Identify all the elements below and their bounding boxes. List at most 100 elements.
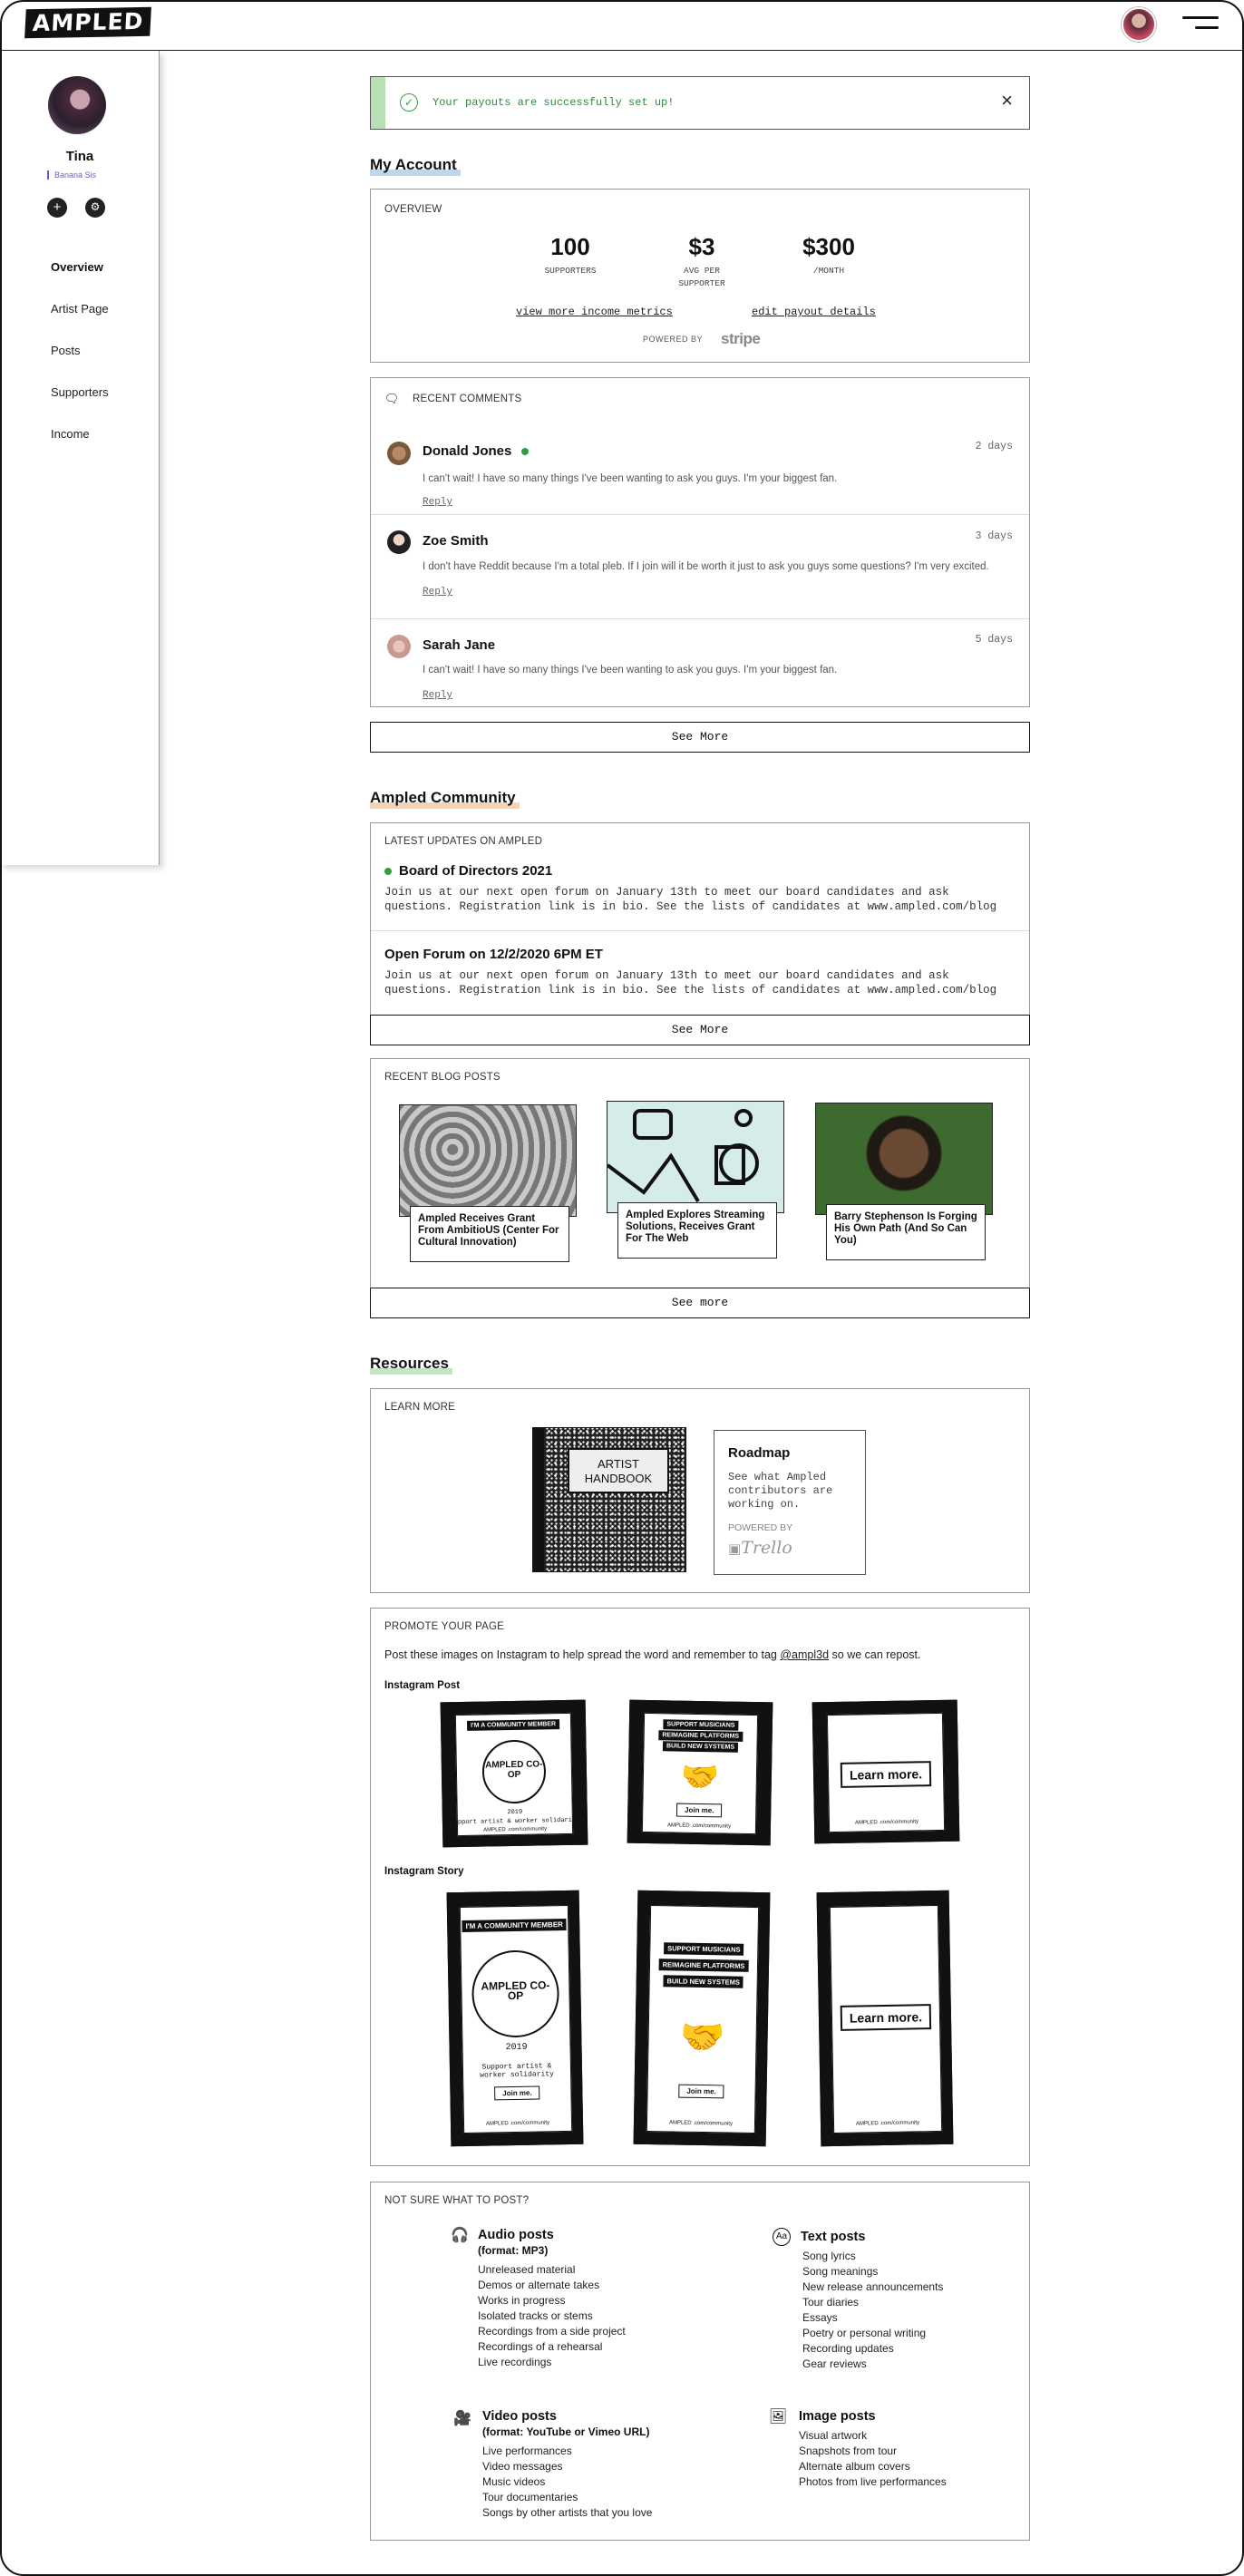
badge-year: 2019	[505, 2042, 528, 2054]
sidebar-item-artist-page[interactable]: Artist Page	[51, 302, 109, 316]
blog-image[interactable]	[607, 1101, 784, 1213]
list-item: Tour diaries	[802, 2296, 860, 2309]
list-item: Poetry or personal writing	[802, 2327, 927, 2339]
updates-label: LATEST UPDATES ON AMPLED	[384, 836, 543, 847]
blog-image[interactable]	[399, 1104, 577, 1217]
support-tag: BUILD NEW SYSTEMS	[663, 1975, 744, 1988]
member-tag: I'M A COMMUNITY MEMBER	[466, 1719, 560, 1731]
video-camera-icon: 🎥	[453, 2411, 471, 2426]
commenter-name: Zoe Smith	[423, 533, 489, 549]
reply-link[interactable]: Reply	[423, 587, 452, 598]
support-tag: REIMAGINE PLATFORMS	[658, 1730, 743, 1742]
instagram-handle-link[interactable]: @ampl3d	[780, 1648, 829, 1661]
divider	[371, 930, 1029, 931]
stat-value: $3	[688, 233, 715, 260]
roadmap-text: See what Ampled contributors are working…	[728, 1471, 833, 1511]
settings-icon[interactable]: ⚙	[85, 198, 105, 218]
join-button-graphic: Join me.	[675, 1803, 723, 1818]
resources-title: Resources	[370, 1355, 452, 1375]
tile-inner: I'M A COMMUNITY MEMBER AMPLED CO-OP 2019…	[450, 1712, 579, 1837]
post-ideas-card: NOT SURE WHAT TO POST? 🎧 Audio posts (fo…	[370, 2182, 1030, 2541]
my-account-title: My Account	[370, 156, 461, 176]
artist-name: Tina	[65, 149, 94, 164]
instagram-post-support[interactable]: SUPPORT MUSICIANS REIMAGINE PLATFORMS BU…	[627, 1699, 773, 1846]
image-posts-title: Image posts	[799, 2409, 876, 2424]
comment-text: I can't wait! I have so many things I've…	[423, 473, 838, 484]
learn-more-label: LEARN MORE	[384, 1402, 456, 1413]
comment-icon: 🗨	[384, 392, 400, 405]
commenter-avatar	[387, 635, 411, 658]
overview-label: OVERVIEW	[384, 204, 442, 215]
artist-handbook[interactable]: ARTIST HANDBOOK	[532, 1427, 686, 1572]
updates-see-more-button[interactable]: See More	[370, 1015, 1030, 1045]
sidebar-item-overview[interactable]: Overview	[51, 260, 103, 274]
user-avatar[interactable]	[1122, 7, 1156, 42]
blog-see-more-button[interactable]: See more	[370, 1288, 1030, 1318]
overview-card: OVERVIEW 100 SUPPORTERS $3 AVG PER SUPPO…	[370, 189, 1030, 363]
handshake-icon: 🤝	[679, 2017, 725, 2058]
badge-year: 2019	[507, 1808, 523, 1817]
roadmap-card[interactable]: Roadmap See what Ampled contributors are…	[714, 1430, 866, 1575]
instagram-post-member[interactable]: I'M A COMMUNITY MEMBER AMPLED CO-OP 2019…	[440, 1699, 588, 1848]
blog-card: RECENT BLOG POSTS Ampled Receives Grant …	[370, 1058, 1030, 1289]
stat-value: $300	[802, 233, 855, 260]
list-item: Photos from live performances	[799, 2475, 947, 2488]
new-indicator	[384, 868, 392, 876]
blog-illustration	[607, 1109, 759, 1203]
blog-post-title[interactable]: Barry Stephenson Is Forging His Own Path…	[826, 1204, 986, 1260]
comments-card: 🗨 RECENT COMMENTS Donald Jones 2 days I …	[370, 377, 1030, 707]
sidebar-item-posts[interactable]: Posts	[51, 344, 81, 357]
comments-see-more-button[interactable]: See More	[370, 722, 1030, 753]
reply-link[interactable]: Reply	[423, 690, 452, 701]
stat-label: /MONTH	[812, 266, 845, 276]
instagram-story-learn[interactable]: Learn more. AMPLED .com/community	[816, 1890, 954, 2147]
list-item: Isolated tracks or stems	[478, 2309, 593, 2322]
list-item: Live recordings	[478, 2356, 552, 2368]
comment-time: 5 days	[975, 634, 1013, 646]
blog-label: RECENT BLOG POSTS	[384, 1072, 501, 1083]
close-icon[interactable]: ×	[1001, 91, 1013, 111]
stat-value: 100	[550, 233, 590, 260]
image-icon: 🖼	[768, 2409, 788, 2425]
reply-link[interactable]: Reply	[423, 497, 452, 508]
sidebar-item-supporters[interactable]: Supporters	[51, 385, 109, 399]
list-item: Recordings from a side project	[478, 2325, 626, 2338]
support-tag: SUPPORT MUSICIANS	[664, 1942, 744, 1956]
video-list: Live performances Video messages Music v…	[482, 2444, 652, 2521]
audio-format: (format: MP3)	[478, 2244, 549, 2257]
stripe-logo: stripe	[721, 330, 761, 347]
list-item: Demos or alternate takes	[478, 2279, 600, 2291]
artist-avatar	[48, 76, 106, 134]
ampled-logo[interactable]: AMPLED	[24, 6, 152, 39]
hamburger-menu-icon[interactable]	[1179, 15, 1219, 34]
tile-inner: SUPPORT MUSICIANS REIMAGINE PLATFORMS BU…	[641, 1712, 759, 1835]
list-item: Song lyrics	[802, 2250, 856, 2262]
alert-message: Your payouts are successfully set up!	[432, 96, 675, 109]
image-list: Visual artwork Snapshots from tour Alter…	[799, 2428, 947, 2490]
list-item: Snapshots from tour	[799, 2445, 898, 2457]
blog-post-title[interactable]: Ampled Receives Grant From AmbitioUS (Ce…	[410, 1206, 569, 1262]
add-icon[interactable]: +	[47, 198, 67, 218]
payout-details-link[interactable]: edit payout details	[752, 306, 876, 318]
list-item: Songs by other artists that you love	[482, 2506, 653, 2519]
blog-post-title[interactable]: Ampled Explores Streaming Solutions, Rec…	[617, 1202, 777, 1259]
tile-footer: AMPLED .com/community	[854, 1819, 919, 1826]
solidarity-text: Support artist & worker solidarity	[450, 1816, 580, 1827]
tile-inner: Learn more. AMPLED .com/community	[826, 1712, 946, 1833]
instagram-story-member[interactable]: I'M A COMMUNITY MEMBER AMPLED CO-OP 2019…	[446, 1890, 584, 2147]
instagram-post-learn[interactable]: Learn more. AMPLED .com/community	[812, 1699, 960, 1844]
tile-footer: AMPLED .com/community	[855, 2120, 920, 2127]
comment-text: I don't have Reddit because I'm a total …	[423, 561, 989, 572]
income-metrics-link[interactable]: view more income metrics	[516, 306, 673, 318]
comment-item: Zoe Smith 3 days I don't have Reddit bec…	[371, 515, 1029, 619]
trello-logo: ▣Trello	[728, 1538, 792, 1558]
headphones-icon: 🎧	[451, 2228, 469, 2243]
trello-icon: ▣	[728, 1541, 742, 1557]
instagram-story-support[interactable]: SUPPORT MUSICIANS REIMAGINE PLATFORMS BU…	[633, 1890, 771, 2147]
blog-image[interactable]	[815, 1103, 993, 1215]
list-item: Visual artwork	[799, 2429, 868, 2442]
sidebar-item-income[interactable]: Income	[51, 427, 90, 441]
promote-label: PROMOTE YOUR PAGE	[384, 1621, 505, 1632]
commenter-avatar	[387, 530, 411, 554]
check-circle-icon: ✓	[400, 93, 418, 112]
